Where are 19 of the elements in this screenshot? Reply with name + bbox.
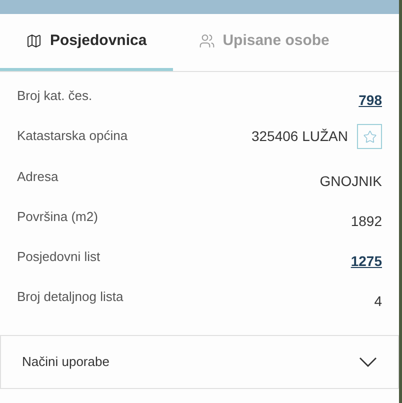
field-value: 4: [374, 292, 382, 312]
field-label: Broj detaljnog lista: [17, 288, 124, 306]
field-value: 1892: [350, 212, 382, 231]
value-link[interactable]: 798: [358, 90, 382, 111]
field-value: 325406 LUŽAN: [251, 127, 348, 146]
field-label: Adresa: [17, 168, 58, 186]
field-value: GNOJNIK: [320, 172, 382, 191]
value-link[interactable]: 1275: [350, 251, 382, 272]
field-label: Površina (m2): [17, 208, 98, 226]
accordion-header[interactable]: Načini uporabe: [0, 334, 399, 389]
people-icon: [198, 33, 215, 49]
map-icon: [26, 33, 42, 49]
field-label: Posjedovni list: [17, 248, 100, 266]
chevron-icon: [359, 356, 377, 367]
field-label: Broj kat. čes.: [17, 87, 92, 105]
tab[interactable]: Posjedovnica: [0, 14, 173, 71]
field-label: Katastarska općina: [17, 127, 128, 146]
favorite-button[interactable]: [357, 124, 382, 150]
star-icon: [362, 130, 376, 144]
